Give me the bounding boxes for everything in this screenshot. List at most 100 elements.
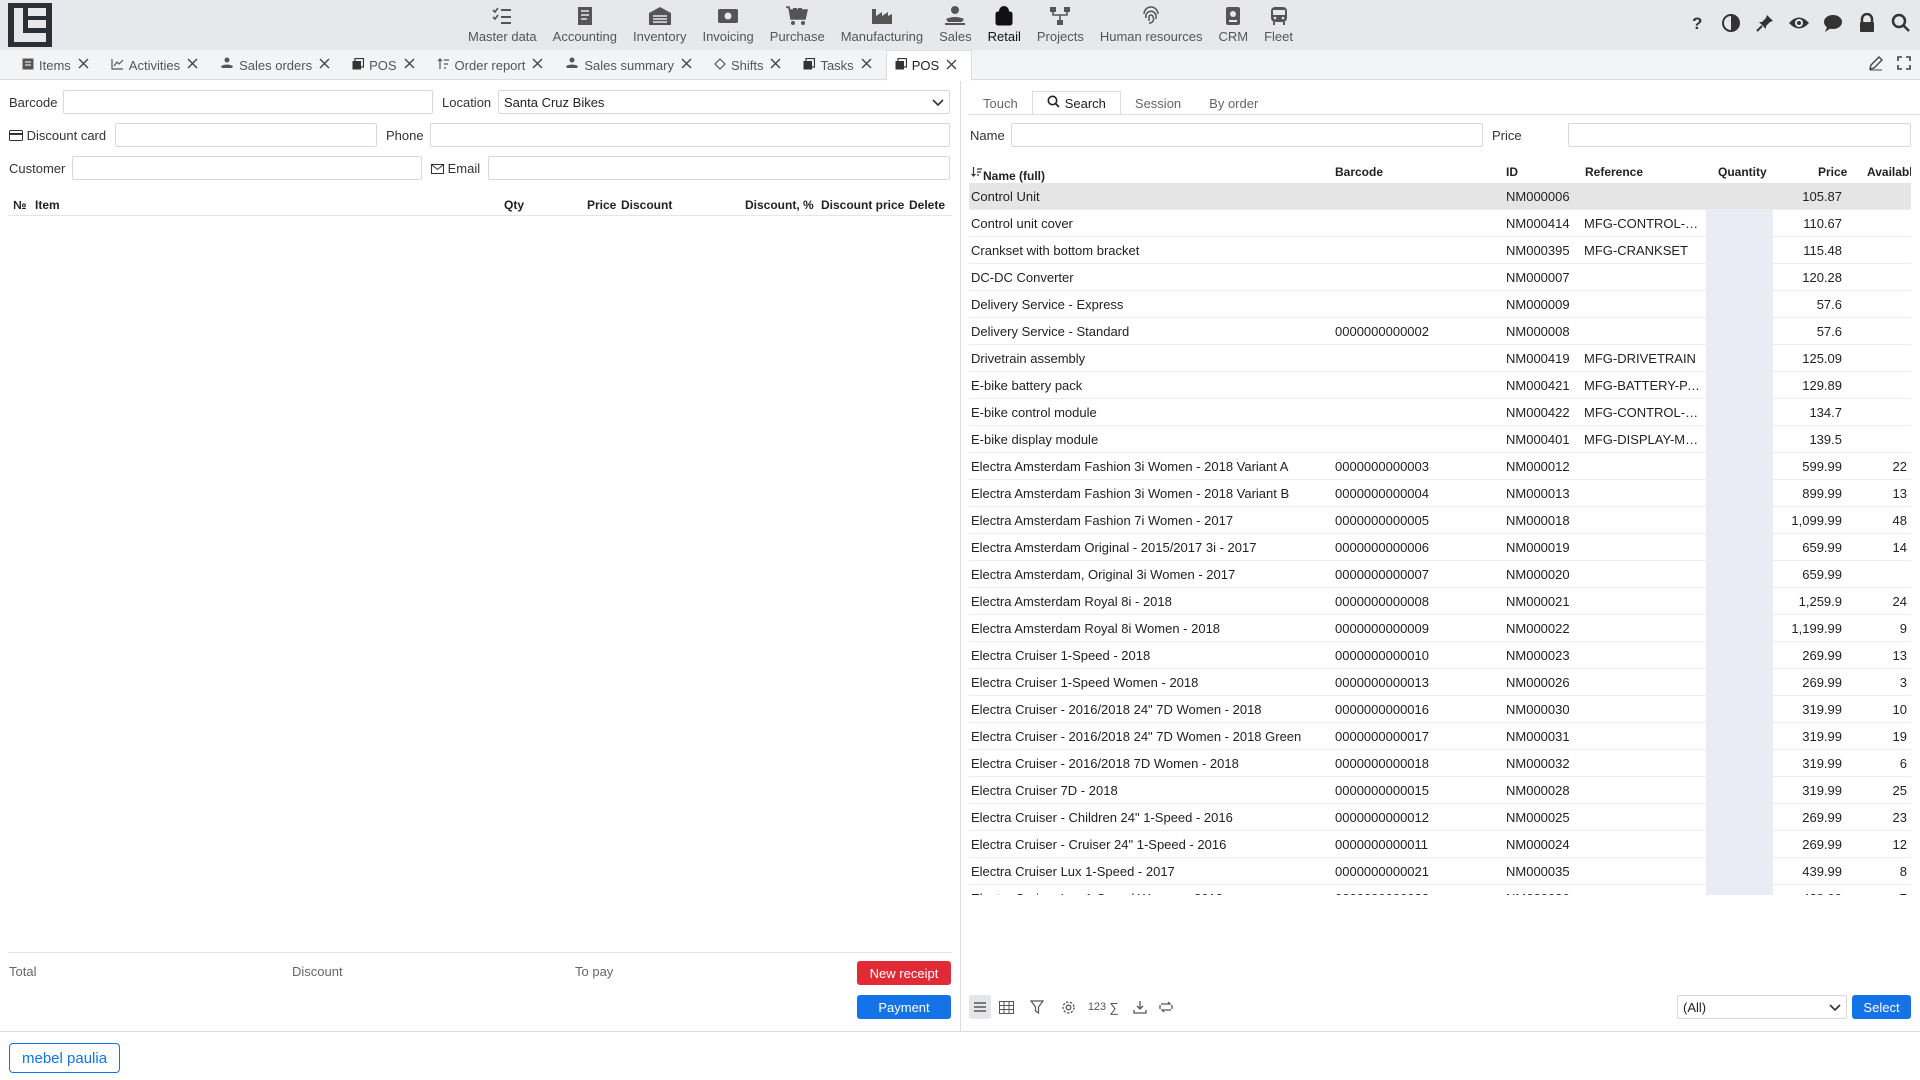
tab-tasks[interactable]: Tasks	[795, 50, 885, 80]
tab-pos[interactable]: POS	[344, 50, 428, 80]
discount-card-input[interactable]	[115, 123, 377, 147]
table-row[interactable]: Delivery Service - Standard 0000000000002…	[969, 318, 1911, 345]
table-row[interactable]: Electra Cruiser Lux 1-Speed - 2017 000000…	[969, 858, 1911, 885]
col-quantity[interactable]: Quantity	[1718, 165, 1767, 179]
table-row[interactable]: Drivetrain assembly NM000419 MFG-DRIVETRAI…	[969, 345, 1911, 372]
module-sales[interactable]: Sales	[931, 0, 980, 50]
cell-quantity[interactable]	[1706, 858, 1773, 884]
table-view-icon[interactable]	[995, 995, 1017, 1019]
table-row[interactable]: Electra Amsterdam Royal 8i Women - 2018 0…	[969, 615, 1911, 642]
table-row[interactable]: Electra Amsterdam Fashion 3i Women - 201…	[969, 453, 1911, 480]
close-icon[interactable]	[187, 57, 198, 73]
download-icon[interactable]	[1129, 995, 1151, 1019]
sum-icon[interactable]: ∑	[1107, 995, 1121, 1019]
price-filter-input[interactable]	[1568, 123, 1911, 147]
eye-icon[interactable]	[1788, 12, 1810, 34]
cell-quantity[interactable]	[1706, 642, 1773, 668]
cell-quantity[interactable]	[1706, 237, 1773, 263]
col-available[interactable]: Available	[1867, 165, 1911, 179]
col-price[interactable]: Price	[1818, 165, 1847, 179]
settings-gear-icon[interactable]	[1057, 995, 1079, 1019]
payment-button[interactable]: Payment	[857, 995, 951, 1019]
tab-sales-orders[interactable]: Sales orders	[212, 50, 344, 80]
cell-quantity[interactable]	[1706, 885, 1773, 895]
close-icon[interactable]	[681, 57, 692, 73]
table-row[interactable]: Electra Cruiser - Cruiser 24" 1-Speed - …	[969, 831, 1911, 858]
user-button[interactable]: mebel paulia	[9, 1043, 121, 1073]
app-logo[interactable]	[8, 3, 52, 47]
chat-icon[interactable]	[1822, 12, 1844, 34]
filter-select[interactable]: (All)	[1677, 995, 1847, 1019]
col-name[interactable]: Name (full)	[971, 165, 1045, 183]
new-receipt-button[interactable]: New receipt	[857, 961, 951, 985]
col-barcode[interactable]: Barcode	[1335, 165, 1383, 179]
table-row[interactable]: Electra Cruiser 7D - 2018 0000000000015 NM…	[969, 777, 1911, 804]
tab-items[interactable]: Items	[14, 50, 103, 80]
fullscreen-icon[interactable]	[1896, 55, 1912, 74]
list-view-icon[interactable]	[969, 995, 991, 1019]
cell-quantity[interactable]	[1706, 696, 1773, 722]
table-row[interactable]: Electra Amsterdam Original - 2015/2017 3…	[969, 534, 1911, 561]
close-icon[interactable]	[404, 57, 415, 73]
refresh-icon[interactable]	[1155, 995, 1177, 1019]
close-icon[interactable]	[770, 57, 781, 73]
module-accounting[interactable]: Accounting	[545, 0, 625, 50]
cell-quantity[interactable]	[1706, 480, 1773, 506]
module-purchase[interactable]: Purchase	[762, 0, 833, 50]
table-row[interactable]: Electra Amsterdam Fashion 7i Women - 201…	[969, 507, 1911, 534]
table-row[interactable]: E-bike display module NM000401 MFG-DISPLAY…	[969, 426, 1911, 453]
close-icon[interactable]	[319, 57, 330, 73]
table-row[interactable]: Control unit cover NM000414 MFG-CONTROL-C.…	[969, 210, 1911, 237]
help-icon[interactable]: ?	[1686, 12, 1708, 34]
cell-quantity[interactable]	[1706, 804, 1773, 830]
table-row[interactable]: E-bike control module NM000422 MFG-CONTROL…	[969, 399, 1911, 426]
cell-quantity[interactable]	[1706, 372, 1773, 398]
module-fleet[interactable]: Fleet	[1256, 0, 1301, 50]
edit-icon[interactable]	[1868, 55, 1884, 74]
module-invoicing[interactable]: Invoicing	[694, 0, 761, 50]
customer-input[interactable]	[72, 156, 422, 180]
cell-quantity[interactable]	[1706, 183, 1773, 209]
table-row[interactable]: Electra Amsterdam Royal 8i - 2018 0000000…	[969, 588, 1911, 615]
table-row[interactable]: E-bike battery pack NM000421 MFG-BATTERY-P…	[969, 372, 1911, 399]
location-select[interactable]: Santa Cruz Bikes	[498, 90, 950, 114]
module-retail[interactable]: Retail	[980, 0, 1029, 50]
table-row[interactable]: DC-DC Converter NM000007 120.28	[969, 264, 1911, 291]
phone-input[interactable]	[430, 123, 950, 147]
search-icon[interactable]	[1890, 12, 1912, 34]
cell-quantity[interactable]	[1706, 723, 1773, 749]
cell-quantity[interactable]	[1706, 561, 1773, 587]
email-input[interactable]	[488, 156, 950, 180]
module-manufacturing[interactable]: Manufacturing	[833, 0, 931, 50]
tab-shifts[interactable]: Shifts	[706, 50, 796, 80]
tab-sales-summary[interactable]: Sales summary	[557, 50, 706, 80]
name-filter-input[interactable]	[1011, 123, 1483, 147]
cell-quantity[interactable]	[1706, 291, 1773, 317]
cell-quantity[interactable]	[1706, 615, 1773, 641]
table-row[interactable]: Delivery Service - Express NM000009 57.6	[969, 291, 1911, 318]
table-row[interactable]: Electra Cruiser - Children 24" 1-Speed -…	[969, 804, 1911, 831]
cell-quantity[interactable]	[1706, 210, 1773, 236]
cell-quantity[interactable]	[1706, 534, 1773, 560]
table-row[interactable]: Electra Cruiser 1-Speed - 2018 0000000000…	[969, 642, 1911, 669]
cell-quantity[interactable]	[1706, 588, 1773, 614]
table-row[interactable]: Electra Cruiser 1-Speed Women - 2018 0000…	[969, 669, 1911, 696]
table-row[interactable]: Electra Cruiser - 2016/2018 24" 7D Women…	[969, 696, 1911, 723]
cell-quantity[interactable]	[1706, 453, 1773, 479]
tab-session[interactable]: Session	[1121, 91, 1195, 115]
table-row[interactable]: Electra Cruiser Lux 1-Speed Women - 2018…	[969, 885, 1911, 895]
lock-icon[interactable]	[1856, 12, 1878, 34]
select-button[interactable]: Select	[1852, 995, 1911, 1019]
module-projects[interactable]: Projects	[1029, 0, 1092, 50]
cell-quantity[interactable]	[1706, 507, 1773, 533]
cell-quantity[interactable]	[1706, 399, 1773, 425]
cell-quantity[interactable]	[1706, 264, 1773, 290]
tab-search[interactable]: Search	[1031, 91, 1121, 115]
table-row[interactable]: Electra Amsterdam Fashion 3i Women - 201…	[969, 480, 1911, 507]
close-icon[interactable]	[532, 57, 543, 73]
cell-quantity[interactable]	[1706, 750, 1773, 776]
cell-quantity[interactable]	[1706, 318, 1773, 344]
cell-quantity[interactable]	[1706, 345, 1773, 371]
contrast-icon[interactable]	[1720, 12, 1742, 34]
col-id[interactable]: ID	[1506, 165, 1518, 179]
